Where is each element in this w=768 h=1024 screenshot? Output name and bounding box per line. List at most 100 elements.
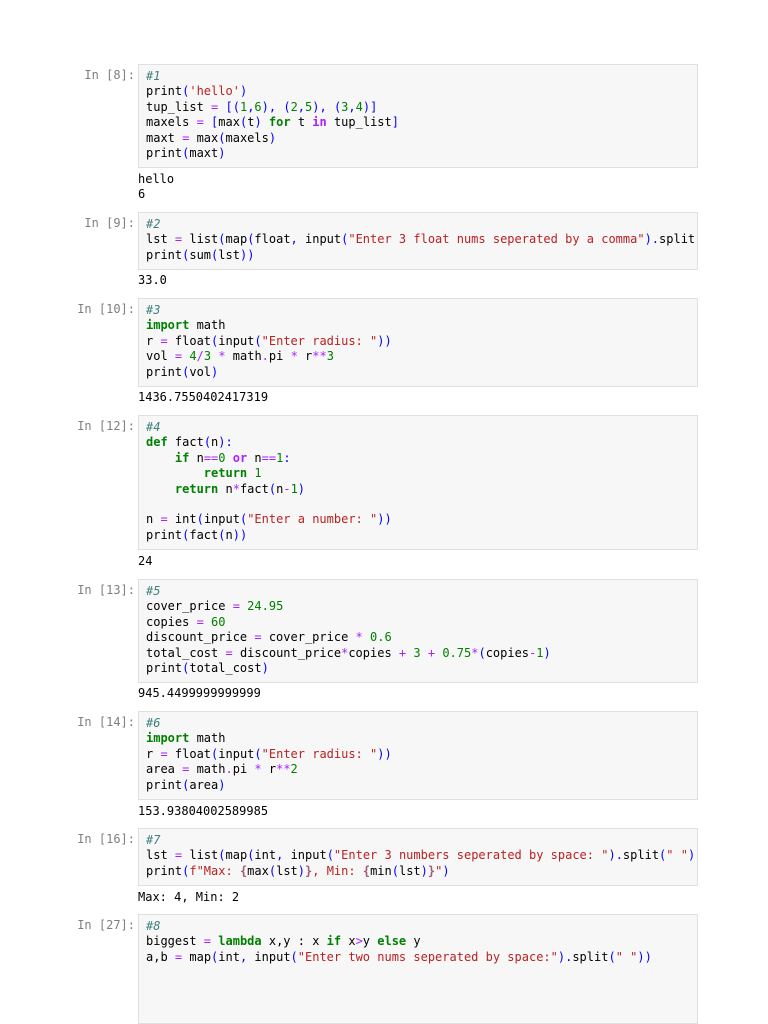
code-line: vol = 4/3 * math.pi * r**3 [146,349,697,364]
code-token: pi [232,762,255,777]
code-block[interactable]: #8 biggest = lambda x,y : x if x>y else y… [139,915,697,969]
code-block[interactable]: #6 import math r = float(input("Enter radi… [139,712,697,797]
code-token: ( [608,949,616,964]
code-token: n [146,512,161,527]
code-token: * [290,349,298,364]
code-token: return [203,466,248,481]
code-token: / [196,349,204,364]
code-token: )) [239,247,255,262]
code-input-area[interactable]: #2 lst = list(map(float, input("Enter 3 f… [138,212,698,270]
code-token: lst [146,232,175,247]
code-token: "Enter a number: " [247,512,378,527]
cell-output: 945.4499999999999 [138,686,698,701]
code-token: for [268,115,291,130]
code-token: 1 [254,466,262,481]
code-token: maxels [146,115,197,130]
code-token: : [283,450,291,465]
code-token: float [167,746,212,761]
cell-output: hello 6 [138,172,698,203]
code-token: 3 [326,349,334,364]
code-line: copies = 60 [146,615,697,630]
code-token: "Enter 3 numbers seperated by space: " [333,848,609,863]
code-token: r [261,762,277,777]
code-token: ) [254,115,262,130]
code-token: if [174,450,190,465]
code-token: print [146,863,183,878]
code-token: int [218,949,240,964]
code-token: total_cost [146,645,226,660]
output-line: 33.0 [138,273,167,287]
code-token: n [225,527,233,542]
code-block[interactable]: #3 import math r = float(input("Enter radi… [139,299,697,384]
code-token: "Enter two nums seperated by space:" [297,949,558,964]
code-block[interactable]: #5 cover_price = 24.95 copies = 60 discount… [139,580,697,680]
code-token: "Enter 3 float nums seperated by a comma… [348,232,645,247]
cell-output: 24 [138,554,698,569]
code-input-area[interactable]: #6 import math r = float(input("Enter radi… [138,711,698,800]
output-line: 945.4499999999999 [138,686,261,700]
code-token: ** [276,762,291,777]
code-token: y [406,934,421,949]
code-token: n [247,450,262,465]
code-token: " " [666,848,688,863]
code-token: math [189,731,226,746]
code-input-area[interactable]: #8 biggest = lambda x,y : x if x>y else y… [138,914,698,1024]
code-block[interactable]: #4 def fact(n): if n==0 or n==1: return 1… [139,416,697,547]
cell-prompt: In [12]: [77,419,135,433]
code-token: ). [557,949,573,964]
code-input-area[interactable]: #5 cover_price = 24.95 copies = 60 discount… [138,579,698,683]
code-token: = [203,934,212,949]
code-token: else [377,934,407,949]
code-line: print(f"Max: {max(lst)}, Min: {min(lst)}… [146,864,697,879]
code-token: 1 [536,645,544,660]
code-token: discount_price [232,645,342,660]
code-token: * [218,349,226,364]
code-token: ). [608,848,623,863]
cell-output: Max: 4, Min: 2 [138,890,698,905]
code-block[interactable]: #7 lst = list(map(int, input("Enter 3 num… [139,829,697,883]
code-token: maxels [225,130,269,145]
code-token: cover_price [261,630,356,645]
code-token: ( [203,435,212,450]
code-token: 4 [355,99,363,114]
code-token: area [146,762,183,777]
cell-output: 153.93804002589985 [138,804,698,819]
code-block[interactable]: #2 lst = list(map(float, input("Enter 3 f… [139,213,697,267]
code-token: = [232,599,240,614]
code-token: { [362,863,371,878]
code-input-area[interactable]: #4 def fact(n): if n==0 or n==1: return 1… [138,415,698,550]
code-line: n = int(input("Enter a number: ")) [146,512,697,527]
code-line: #1 [146,69,697,84]
code-token: 0.75 [442,645,472,660]
code-token: ) [420,863,428,878]
code-input-area[interactable]: #7 lst = list(map(int, input("Enter 3 num… [138,828,698,886]
code-line: r = float(input("Enter radius: ")) [146,334,697,349]
code-token: #5 [146,584,161,598]
code-token: print [146,661,183,676]
code-line: cover_price = 24.95 [146,599,697,614]
code-token: lst [146,848,175,863]
code-token: input [305,232,342,247]
code-token: print [146,777,183,792]
code-block[interactable]: #1 print('hello') tup_list = [(1,6), (2,5)… [139,65,697,165]
code-line: #8 [146,919,697,934]
code-input-area[interactable]: #1 print('hello') tup_list = [(1,6), (2,5)… [138,64,698,168]
code-token: maxt [146,130,183,145]
code-line: discount_price = cover_price * 0.6 [146,630,697,645]
code-token: input [218,746,255,761]
code-line: tup_list = [(1,6), (2,5), (3,4)] [146,100,697,115]
cell-prompt: In [13]: [77,583,135,597]
code-token: float [167,333,212,348]
code-token: = [196,614,204,629]
code-token: r [146,333,161,348]
code-token: = [160,746,168,761]
code-token: ), ( [261,99,291,114]
code-token: biggest [146,934,204,949]
code-token: 60 [211,614,226,629]
code-token: fact [189,527,219,542]
code-token: min [370,863,392,878]
code-input-area[interactable]: #3 import math r = float(input("Enter radi… [138,298,698,387]
code-token: n [218,481,233,496]
